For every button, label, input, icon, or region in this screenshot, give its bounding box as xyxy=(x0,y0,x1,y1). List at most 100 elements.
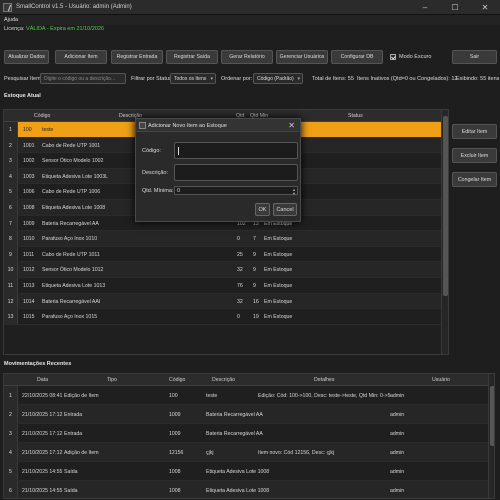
edit-item-button[interactable]: Editar Item xyxy=(452,124,497,139)
stock-table-row[interactable]: 8 1010 Parafuso Aço Inox 1010 0 7 Em Estoque xyxy=(4,231,441,247)
stock-cell-qty: 32 xyxy=(237,298,243,305)
stock-cell-code: 1001 xyxy=(23,142,35,149)
dialog-desc-label: Descrição: xyxy=(142,170,168,176)
stock-cell-n: 4 xyxy=(4,168,18,184)
movement-cell-user: admin xyxy=(390,488,405,494)
stock-cell-code: 1002 xyxy=(23,158,35,165)
delete-item-button[interactable]: Excluir Item xyxy=(452,148,497,163)
stock-cell-status: Em Estoque xyxy=(264,251,293,258)
movements-scroll-thumb[interactable] xyxy=(490,386,494,446)
stock-cell-n: 9 xyxy=(4,246,18,262)
add-item-button[interactable]: Adicionar Item xyxy=(55,50,107,64)
dialog-app-icon xyxy=(139,122,146,129)
movements-table-row[interactable]: 5 21/10/2025 14:55 Saída 1008 Etiqueta Adesi… xyxy=(4,462,488,481)
generate-report-button[interactable]: Gerar Relatório xyxy=(221,50,273,64)
stock-scrollbar[interactable] xyxy=(441,110,448,354)
stock-table-row[interactable]: 12 1014 Bateria Recarregável AAI 32 16 Em Est… xyxy=(4,293,441,310)
stock-cell-n: 12 xyxy=(4,293,18,309)
movements-table-row[interactable]: 2 21/10/2025 17:12 Entrada 1009 Bateria Reca… xyxy=(4,405,488,424)
stock-cell-min: 9 xyxy=(253,283,256,289)
add-item-dialog: Adicionar Novo Item ao Estoque ✕ Código:… xyxy=(135,118,301,222)
movement-cell-user: admin xyxy=(390,393,405,399)
stock-cell-desc: Sensor Ótico Modelo 1002 xyxy=(42,158,104,165)
minimize-icon[interactable]: – xyxy=(410,0,440,15)
movement-cell-user: admin xyxy=(390,412,405,418)
movements-scrollbar[interactable] xyxy=(488,374,494,498)
stock-cell-n: 5 xyxy=(4,184,18,199)
search-input[interactable]: Digite o código ou a descrição... xyxy=(40,73,126,84)
checkbox-check-icon[interactable] xyxy=(390,54,396,60)
movements-section-title: Movimentações Recentes xyxy=(4,361,72,367)
col-code[interactable]: Código xyxy=(34,113,50,119)
col-mov-code[interactable]: Código xyxy=(169,377,185,383)
movement-cell-n: 3 xyxy=(4,424,18,442)
stock-cell-qty: 32 xyxy=(237,267,243,274)
stock-cell-desc: Parafuso Aço Inox 1010 xyxy=(42,236,98,243)
movement-cell-type: Entrada xyxy=(64,431,83,437)
order-select[interactable]: Código (Padrão) xyxy=(253,73,303,84)
dialog-title-bar: Adicionar Novo Item ao Estoque ✕ xyxy=(136,119,300,132)
exit-button[interactable]: Sair xyxy=(452,50,497,64)
col-user[interactable]: Usuário xyxy=(432,377,450,383)
dialog-title: Adicionar Novo Item ao Estoque xyxy=(148,123,227,129)
maximize-icon[interactable]: ☐ xyxy=(440,0,470,15)
stock-cell-n: 6 xyxy=(4,200,18,215)
stock-table-row[interactable]: 10 1012 Sensor Ótico Modelo 1012 32 9 Em Esto… xyxy=(4,262,441,278)
movement-cell-n: 6 xyxy=(4,481,18,498)
total-items: Total de Itens: 55 xyxy=(312,76,354,82)
stock-table-row[interactable]: 9 1011 Cabo de Rede UTP 1011 25 9 Em Estoque xyxy=(4,246,441,263)
stock-cell-qty: 25 xyxy=(237,251,243,258)
dialog-close-icon[interactable]: ✕ xyxy=(288,121,295,130)
freeze-item-button[interactable]: Congelar Item xyxy=(452,172,497,187)
col-date[interactable]: Data xyxy=(37,377,48,383)
spin-down-icon[interactable]: ▼ xyxy=(292,191,296,196)
stock-cell-desc: Etiqueta Adesiva Lote 1003L xyxy=(42,173,109,180)
stock-cell-desc: teste xyxy=(42,127,54,133)
menu-help[interactable]: Ajuda xyxy=(4,17,18,23)
movements-table-row[interactable]: 4 21/10/2025 17:12 Adição de Item 12156 çjkj… xyxy=(4,443,488,462)
stock-cell-qty: 0 xyxy=(237,314,240,321)
menu-bar: Ajuda xyxy=(0,15,500,25)
refresh-button[interactable]: Atualizar Dados xyxy=(4,50,49,64)
stock-table-row[interactable]: 13 1015 Parafuso Aço Inox 1015 0 19 Em Estoqu… xyxy=(4,309,441,325)
dark-mode-checkbox[interactable]: Modo Escuro xyxy=(390,54,431,60)
stock-cell-desc: Bateria Recarregável AA xyxy=(42,220,99,227)
movement-cell-code: 12156 xyxy=(169,450,184,456)
manage-users-button[interactable]: Gerenciar Usuários xyxy=(276,50,328,64)
window-title: SmallControl v1.5 - Usuário: admin (Admi… xyxy=(16,4,132,10)
movements-table-row[interactable]: 1 22/10/2025 08:41 Edição de Item 100 teste E… xyxy=(4,386,488,405)
stock-cell-n: 7 xyxy=(4,215,18,231)
col-mov-desc[interactable]: Descrição xyxy=(212,377,235,383)
stock-table-row[interactable]: 11 1013 Etiqueta Adesiva Lote 1013 76 9 Em Es… xyxy=(4,278,441,294)
configure-db-button[interactable]: Configurar DB xyxy=(331,50,383,64)
stock-cell-code: 1014 xyxy=(23,298,35,305)
dialog-min-spinbox[interactable]: 0 ▲ ▼ xyxy=(174,186,298,196)
stock-scroll-thumb[interactable] xyxy=(443,116,448,296)
movements-table-row[interactable]: 6 21/10/2025 14:55 Saída 1008 Etiqueta Adesi… xyxy=(4,481,488,498)
status-filter-select[interactable]: Todos os Itens xyxy=(170,73,216,84)
close-icon[interactable]: ✕ xyxy=(470,0,500,15)
dialog-code-input[interactable] xyxy=(174,142,298,159)
movement-cell-code: 1009 xyxy=(169,412,181,418)
col-status[interactable]: Status xyxy=(348,113,363,119)
movements-table-row[interactable]: 3 21/10/2025 17:12 Entrada 1009 Bateria Reca… xyxy=(4,424,488,443)
movement-cell-n: 1 xyxy=(4,386,18,404)
stock-cell-min: 16 xyxy=(253,298,259,305)
stock-cell-code: 1010 xyxy=(23,236,35,243)
stock-cell-code: 1003 xyxy=(23,173,35,180)
stock-cell-status: Em Estoque xyxy=(264,314,293,321)
dialog-desc-input[interactable] xyxy=(174,164,298,181)
movement-cell-desc: Etiqueta Adesiva Lote 1008 xyxy=(206,488,270,494)
stock-cell-code: 1012 xyxy=(23,267,35,274)
dialog-ok-button[interactable]: OK xyxy=(255,203,270,216)
col-details[interactable]: Detalhes xyxy=(314,377,334,383)
register-entry-button[interactable]: Registrar Entrada xyxy=(111,50,163,64)
stock-cell-desc: Cabo de Rede UTP 1011 xyxy=(42,251,100,258)
col-type[interactable]: Tipo xyxy=(107,377,117,383)
movement-cell-n: 5 xyxy=(4,462,18,480)
movement-cell-type: Edição de Item xyxy=(64,393,99,399)
stock-cell-n: 2 xyxy=(4,137,18,153)
register-exit-button[interactable]: Registrar Saída xyxy=(166,50,218,64)
stock-cell-qty: 76 xyxy=(237,283,243,289)
dialog-cancel-button[interactable]: Cancel xyxy=(273,203,297,216)
